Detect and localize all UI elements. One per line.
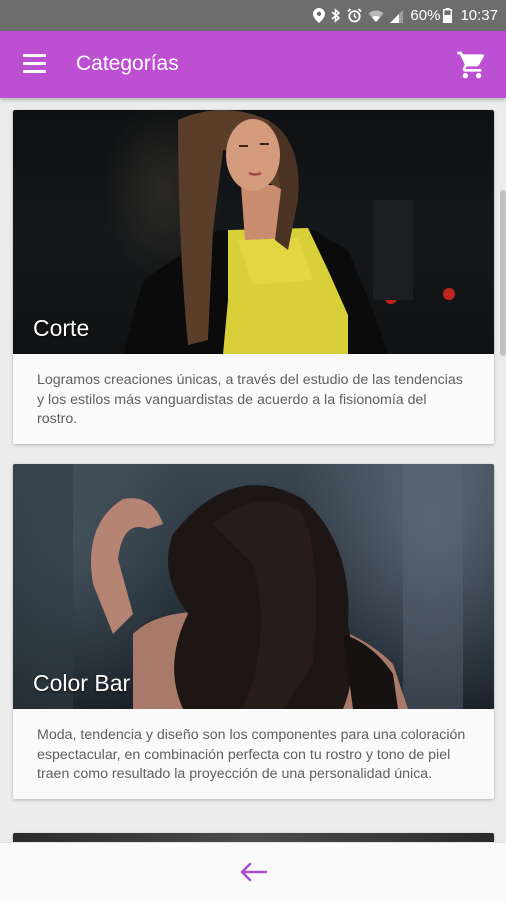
battery-icon	[443, 8, 453, 23]
category-card-partial[interactable]	[13, 833, 494, 842]
category-image-partial	[13, 833, 494, 842]
status-bar: 60% 10:37	[0, 0, 506, 31]
scroll-indicator[interactable]	[500, 190, 506, 356]
back-arrow-icon	[240, 862, 268, 882]
wifi-icon	[368, 10, 384, 22]
status-icons	[313, 8, 404, 23]
page-title: Categorías	[76, 52, 179, 75]
bluetooth-icon	[331, 8, 341, 23]
card-description: Logramos creaciones únicas, a través del…	[37, 372, 463, 427]
signal-icon	[390, 9, 404, 23]
category-image-color-bar: Color Bar	[13, 464, 494, 709]
category-card-corte[interactable]: Corte Logramos creaciones únicas, a trav…	[13, 110, 494, 444]
menu-button[interactable]	[14, 51, 54, 79]
category-image-corte: Corte	[13, 110, 494, 354]
alarm-icon	[347, 8, 363, 23]
category-list[interactable]: Corte Logramos creaciones únicas, a trav…	[0, 98, 506, 842]
card-title: Color Bar	[33, 670, 131, 696]
location-icon	[313, 8, 326, 23]
cart-button[interactable]	[456, 49, 488, 81]
clock: 10:37	[460, 7, 498, 24]
app-bar: Categorías	[0, 31, 506, 98]
menu-icon	[14, 54, 54, 73]
battery-status: 60%	[410, 7, 453, 24]
card-title: Corte	[33, 315, 90, 341]
back-button[interactable]	[236, 856, 270, 888]
category-card-color-bar[interactable]: Color Bar Moda, tendencia y diseño son l…	[13, 464, 494, 799]
card-description: Moda, tendencia y diseño son los compone…	[37, 727, 466, 782]
bottom-bar	[0, 842, 506, 901]
battery-percent: 60%	[410, 7, 441, 24]
cart-icon	[457, 51, 485, 79]
